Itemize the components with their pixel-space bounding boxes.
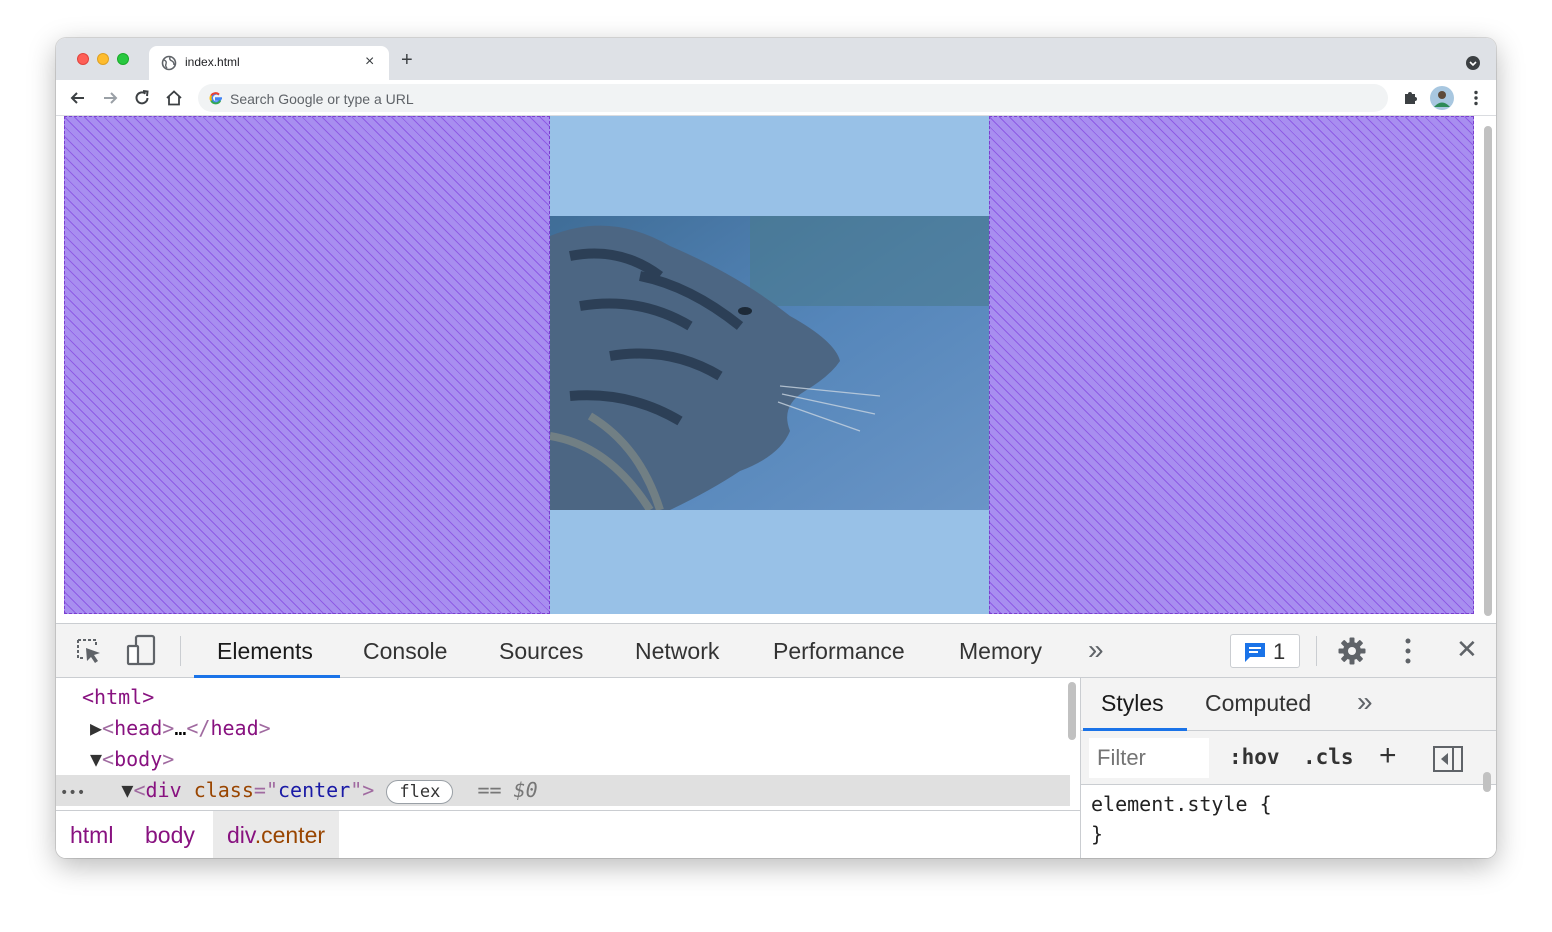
flex-container-highlight [550,116,989,614]
tiger-image [550,216,989,510]
tab-styles[interactable]: Styles [1101,690,1164,717]
close-window-button[interactable] [77,53,89,65]
breadcrumb-body[interactable]: body [131,811,209,858]
reload-icon[interactable] [132,88,152,108]
node-actions-dots[interactable]: ••• [60,785,85,801]
tab-computed[interactable]: Computed [1205,690,1311,717]
device-toolbar-icon[interactable] [126,634,158,668]
dom-node-html[interactable]: <html> [56,682,1092,713]
dom-tree: <html> ▶<head>…</head> ▼<body> ••• ▼<div… [56,678,1080,810]
tab-search-icon[interactable] [1466,56,1480,70]
dom-scrollbar[interactable] [1068,682,1076,740]
extensions-icon[interactable] [1400,88,1420,108]
google-icon [209,92,222,105]
zoom-window-button[interactable] [117,53,129,65]
styles-filter-input[interactable] [1089,738,1209,778]
breadcrumb-html[interactable]: html [56,811,127,858]
flex-gap-overlay-left [64,116,550,614]
more-tabs-icon[interactable]: » [1088,634,1104,666]
devtools-toolbar: Elements Console Sources Network Perform… [56,624,1496,678]
minimize-window-button[interactable] [97,53,109,65]
forward-icon[interactable] [100,88,120,108]
styles-filter-bar: :hov .cls + [1081,731,1496,785]
hov-toggle[interactable]: :hov [1229,745,1280,769]
customize-kebab-icon[interactable] [1398,636,1418,666]
page-scrollbar[interactable] [1484,126,1492,616]
issues-button[interactable]: 1 [1230,634,1300,668]
toggle-sidebar-icon[interactable] [1433,746,1463,772]
element-style-selector[interactable]: element.style { [1091,792,1272,816]
cls-toggle[interactable]: .cls [1303,745,1354,769]
browser-toolbar: Search Google or type a URL [56,80,1496,116]
avatar[interactable] [1430,86,1454,110]
breadcrumb-div-center[interactable]: div.center [213,811,340,858]
tab-close-icon[interactable]: × [365,53,374,71]
page-viewport [56,116,1496,623]
collapse-triangle-icon[interactable]: ▼ [90,747,102,771]
tab-performance[interactable]: Performance [773,638,905,665]
inspect-element-icon[interactable] [74,636,104,666]
tab-sources[interactable]: Sources [499,638,583,665]
toolbar-divider [1316,636,1317,666]
toolbar-divider [180,636,181,666]
flex-gap-overlay-right [989,116,1474,614]
element-style-close: } [1091,822,1104,846]
expand-triangle-icon[interactable]: ▶ [90,716,102,740]
home-icon[interactable] [164,88,184,108]
back-icon[interactable] [68,88,88,108]
dom-node-body[interactable]: ▼<body> [56,744,1100,775]
settings-gear-icon[interactable] [1337,636,1367,666]
dom-node-head[interactable]: ▶<head>…</head> [56,713,1100,744]
flex-badge[interactable]: flex [386,779,454,804]
close-devtools-icon[interactable]: ✕ [1456,634,1478,665]
tab-strip: index.html × + [56,38,1496,80]
omnibox-placeholder: Search Google or type a URL [230,91,414,107]
tab-console[interactable]: Console [363,638,447,665]
more-panes-icon[interactable]: » [1357,686,1373,718]
new-style-rule-button[interactable]: + [1379,739,1397,773]
new-tab-button[interactable]: + [401,49,413,71]
breadcrumb: html body div.center [56,810,1080,858]
menu-kebab-icon[interactable] [1466,88,1486,108]
dom-node-div-selected[interactable]: ••• ▼<div class="center"> flex == $0 [56,775,1070,806]
styles-pane: Styles Computed » :hov .cls + element.st… [1080,678,1496,858]
tab-memory[interactable]: Memory [959,638,1042,665]
address-bar[interactable]: Search Google or type a URL [198,84,1388,112]
styles-scrollbar[interactable] [1483,772,1491,792]
browser-window: index.html × + Search Google or type a U… [56,38,1496,858]
devtools-panel: Elements Console Sources Network Perform… [56,623,1496,858]
styles-tabs: Styles Computed » [1081,678,1496,731]
tab-network[interactable]: Network [635,638,719,665]
issues-count: 1 [1273,639,1286,664]
tab-title: index.html [185,55,240,69]
globe-icon [161,55,177,71]
message-icon [1245,643,1265,662]
browser-tab[interactable]: index.html × [149,46,389,80]
tab-elements[interactable]: Elements [217,638,313,665]
collapse-triangle-icon[interactable]: ▼ [121,778,133,802]
